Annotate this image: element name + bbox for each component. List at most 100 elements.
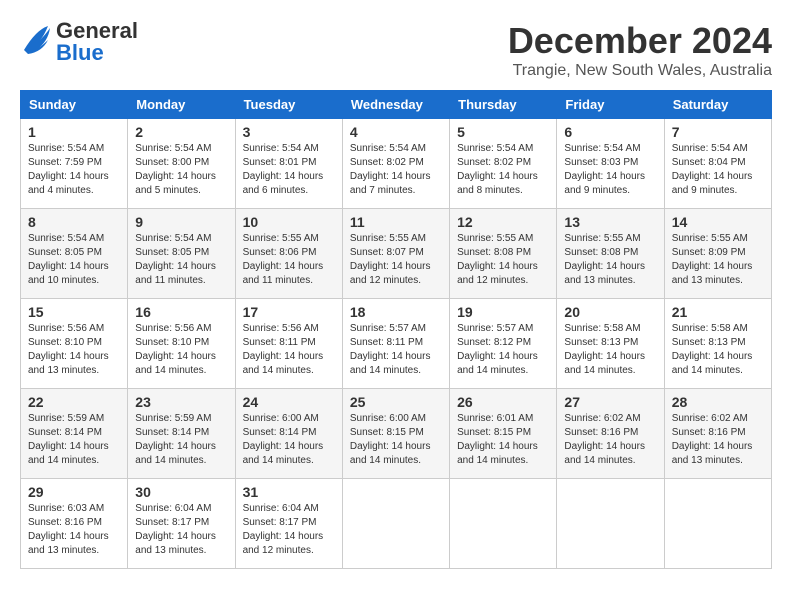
calendar-cell: 20 Sunrise: 5:58 AMSunset: 8:13 PMDaylig… [557,299,664,389]
weekday-header-tuesday: Tuesday [235,91,342,119]
calendar-cell: 12 Sunrise: 5:55 AMSunset: 8:08 PMDaylig… [450,209,557,299]
calendar-cell: 3 Sunrise: 5:54 AMSunset: 8:01 PMDayligh… [235,119,342,209]
day-number: 9 [135,214,227,230]
logo-icon [20,22,52,63]
day-info: Sunrise: 5:54 AMSunset: 7:59 PMDaylight:… [28,143,109,196]
logo-general: General [56,20,138,42]
calendar-cell: 30 Sunrise: 6:04 AMSunset: 8:17 PMDaylig… [128,479,235,569]
calendar-cell [450,479,557,569]
logo: General Blue [20,20,138,64]
day-number: 2 [135,124,227,140]
day-info: Sunrise: 5:54 AMSunset: 8:05 PMDaylight:… [135,233,216,286]
day-info: Sunrise: 6:01 AMSunset: 8:15 PMDaylight:… [457,413,538,466]
day-info: Sunrise: 6:04 AMSunset: 8:17 PMDaylight:… [135,503,216,556]
day-number: 16 [135,304,227,320]
day-info: Sunrise: 5:54 AMSunset: 8:00 PMDaylight:… [135,143,216,196]
calendar-cell: 28 Sunrise: 6:02 AMSunset: 8:16 PMDaylig… [664,389,771,479]
calendar-cell: 23 Sunrise: 5:59 AMSunset: 8:14 PMDaylig… [128,389,235,479]
calendar-cell: 2 Sunrise: 5:54 AMSunset: 8:00 PMDayligh… [128,119,235,209]
day-number: 3 [243,124,335,140]
day-number: 23 [135,394,227,410]
day-info: Sunrise: 5:54 AMSunset: 8:05 PMDaylight:… [28,233,109,286]
day-info: Sunrise: 6:02 AMSunset: 8:16 PMDaylight:… [564,413,645,466]
calendar-cell: 1 Sunrise: 5:54 AMSunset: 7:59 PMDayligh… [21,119,128,209]
day-number: 14 [672,214,764,230]
calendar-cell: 10 Sunrise: 5:55 AMSunset: 8:06 PMDaylig… [235,209,342,299]
calendar-week-row: 29 Sunrise: 6:03 AMSunset: 8:16 PMDaylig… [21,479,772,569]
day-info: Sunrise: 5:54 AMSunset: 8:04 PMDaylight:… [672,143,753,196]
day-info: Sunrise: 6:02 AMSunset: 8:16 PMDaylight:… [672,413,753,466]
calendar-cell [557,479,664,569]
calendar-cell: 13 Sunrise: 5:55 AMSunset: 8:08 PMDaylig… [557,209,664,299]
day-info: Sunrise: 5:56 AMSunset: 8:10 PMDaylight:… [28,323,109,376]
calendar-table: SundayMondayTuesdayWednesdayThursdayFrid… [20,90,772,569]
day-number: 10 [243,214,335,230]
day-info: Sunrise: 6:04 AMSunset: 8:17 PMDaylight:… [243,503,324,556]
weekday-header-saturday: Saturday [664,91,771,119]
day-number: 17 [243,304,335,320]
calendar-cell: 6 Sunrise: 5:54 AMSunset: 8:03 PMDayligh… [557,119,664,209]
day-info: Sunrise: 5:56 AMSunset: 8:10 PMDaylight:… [135,323,216,376]
day-info: Sunrise: 5:55 AMSunset: 8:08 PMDaylight:… [564,233,645,286]
day-number: 21 [672,304,764,320]
day-number: 25 [350,394,442,410]
day-number: 1 [28,124,120,140]
day-info: Sunrise: 6:00 AMSunset: 8:14 PMDaylight:… [243,413,324,466]
day-info: Sunrise: 6:00 AMSunset: 8:15 PMDaylight:… [350,413,431,466]
weekday-header-row: SundayMondayTuesdayWednesdayThursdayFrid… [21,91,772,119]
day-number: 27 [564,394,656,410]
title-section: December 2024 Trangie, New South Wales, … [508,20,772,80]
calendar-cell: 18 Sunrise: 5:57 AMSunset: 8:11 PMDaylig… [342,299,449,389]
day-number: 11 [350,214,442,230]
day-number: 20 [564,304,656,320]
calendar-week-row: 15 Sunrise: 5:56 AMSunset: 8:10 PMDaylig… [21,299,772,389]
day-number: 30 [135,484,227,500]
day-info: Sunrise: 5:55 AMSunset: 8:08 PMDaylight:… [457,233,538,286]
day-number: 12 [457,214,549,230]
day-info: Sunrise: 5:54 AMSunset: 8:02 PMDaylight:… [457,143,538,196]
day-number: 29 [28,484,120,500]
day-info: Sunrise: 5:54 AMSunset: 8:03 PMDaylight:… [564,143,645,196]
day-number: 13 [564,214,656,230]
calendar-cell: 8 Sunrise: 5:54 AMSunset: 8:05 PMDayligh… [21,209,128,299]
day-number: 8 [28,214,120,230]
day-info: Sunrise: 5:55 AMSunset: 8:06 PMDaylight:… [243,233,324,286]
day-info: Sunrise: 5:58 AMSunset: 8:13 PMDaylight:… [672,323,753,376]
day-info: Sunrise: 5:55 AMSunset: 8:09 PMDaylight:… [672,233,753,286]
day-number: 4 [350,124,442,140]
day-number: 18 [350,304,442,320]
day-info: Sunrise: 5:54 AMSunset: 8:02 PMDaylight:… [350,143,431,196]
day-number: 6 [564,124,656,140]
calendar-cell: 17 Sunrise: 5:56 AMSunset: 8:11 PMDaylig… [235,299,342,389]
calendar-week-row: 1 Sunrise: 5:54 AMSunset: 7:59 PMDayligh… [21,119,772,209]
day-number: 22 [28,394,120,410]
day-info: Sunrise: 5:56 AMSunset: 8:11 PMDaylight:… [243,323,324,376]
weekday-header-friday: Friday [557,91,664,119]
calendar-cell: 5 Sunrise: 5:54 AMSunset: 8:02 PMDayligh… [450,119,557,209]
day-info: Sunrise: 5:59 AMSunset: 8:14 PMDaylight:… [135,413,216,466]
calendar-cell: 31 Sunrise: 6:04 AMSunset: 8:17 PMDaylig… [235,479,342,569]
calendar-cell: 22 Sunrise: 5:59 AMSunset: 8:14 PMDaylig… [21,389,128,479]
calendar-cell [664,479,771,569]
day-number: 26 [457,394,549,410]
weekday-header-wednesday: Wednesday [342,91,449,119]
logo-text: General Blue [56,20,138,64]
day-number: 19 [457,304,549,320]
day-info: Sunrise: 5:54 AMSunset: 8:01 PMDaylight:… [243,143,324,196]
day-number: 5 [457,124,549,140]
day-info: Sunrise: 5:55 AMSunset: 8:07 PMDaylight:… [350,233,431,286]
calendar-week-row: 22 Sunrise: 5:59 AMSunset: 8:14 PMDaylig… [21,389,772,479]
calendar-cell: 19 Sunrise: 5:57 AMSunset: 8:12 PMDaylig… [450,299,557,389]
weekday-header-sunday: Sunday [21,91,128,119]
calendar-cell: 4 Sunrise: 5:54 AMSunset: 8:02 PMDayligh… [342,119,449,209]
page-header: General Blue December 2024 Trangie, New … [20,20,772,80]
calendar-cell: 26 Sunrise: 6:01 AMSunset: 8:15 PMDaylig… [450,389,557,479]
day-number: 15 [28,304,120,320]
calendar-cell: 7 Sunrise: 5:54 AMSunset: 8:04 PMDayligh… [664,119,771,209]
calendar-cell: 9 Sunrise: 5:54 AMSunset: 8:05 PMDayligh… [128,209,235,299]
day-number: 24 [243,394,335,410]
calendar-cell: 29 Sunrise: 6:03 AMSunset: 8:16 PMDaylig… [21,479,128,569]
calendar-cell: 15 Sunrise: 5:56 AMSunset: 8:10 PMDaylig… [21,299,128,389]
day-info: Sunrise: 5:59 AMSunset: 8:14 PMDaylight:… [28,413,109,466]
month-title: December 2024 [508,20,772,62]
